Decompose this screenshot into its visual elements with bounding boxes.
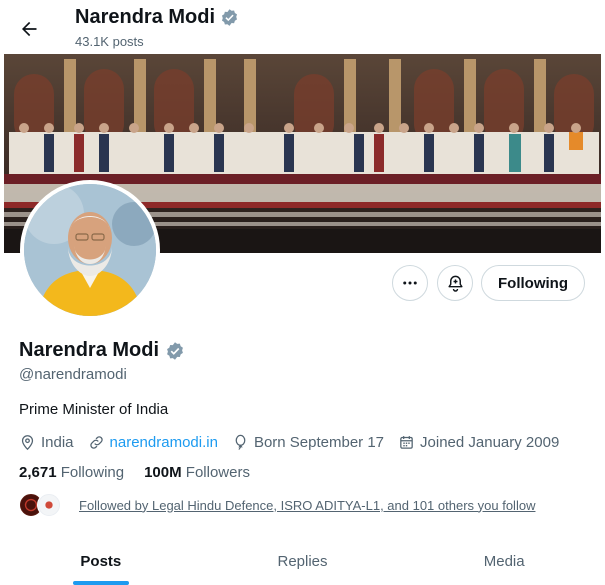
follow-stats: 2,671 Following 100M Followers [19, 464, 270, 481]
header-name: Narendra Modi [75, 6, 216, 28]
avatar-photo [24, 184, 156, 316]
header-title: Narendra Modi [75, 6, 239, 29]
website-item: narendramodi.in [88, 434, 218, 451]
profile-handle: @narendramodi [19, 366, 127, 383]
tab-replies[interactable]: Replies [202, 537, 404, 585]
profile-meta-row: India narendramodi.in Born September 17 … [19, 432, 559, 452]
following-count-link[interactable]: 2,671 Following [19, 464, 124, 481]
location-text: India [41, 433, 74, 451]
posts-count: 43.1K posts [75, 34, 144, 49]
profile-bio: Prime Minister of India [19, 401, 169, 418]
tab-posts[interactable]: Posts [0, 537, 202, 585]
verified-badge-icon [222, 9, 238, 26]
balloon-icon [235, 434, 246, 450]
birthday-text: Born September 17 [253, 433, 385, 451]
following-count: 2,671 [19, 464, 57, 481]
tab-media[interactable]: Media [403, 537, 605, 585]
location-pin-icon [21, 434, 34, 450]
verified-badge-icon[interactable] [165, 341, 185, 361]
notifications-button[interactable] [437, 265, 473, 301]
profile-header-bar: Narendra Modi 43.1K posts [0, 0, 605, 54]
location-item: India [19, 434, 74, 451]
following-button[interactable]: Following [481, 265, 585, 301]
follower-avatar [37, 493, 61, 517]
more-horizontal-icon [403, 281, 417, 285]
link-icon [89, 435, 103, 449]
arrow-left-icon [22, 21, 37, 37]
profile-display-name: Narendra Modi [19, 339, 185, 362]
followed-by-text[interactable]: Followed by Legal Hindu Defence, ISRO AD… [79, 498, 535, 513]
joined-text: Joined January 2009 [420, 433, 560, 451]
website-link[interactable]: narendramodi.in [110, 434, 218, 451]
profile-avatar[interactable] [20, 180, 160, 320]
birthday-item: Born September 17 [232, 434, 384, 451]
followed-by-row[interactable]: Followed by Legal Hindu Defence, ISRO AD… [19, 493, 535, 517]
bell-plus-icon [447, 275, 463, 292]
profile-name-text: Narendra Modi [19, 339, 160, 361]
followers-count: 100M [144, 464, 182, 481]
more-options-button[interactable] [392, 265, 428, 301]
back-button[interactable] [12, 12, 46, 46]
followers-count-link[interactable]: 100M Followers [144, 464, 250, 481]
profile-tabs: Posts Replies Media [0, 537, 605, 585]
followers-label: Followers [185, 464, 250, 481]
following-label: Following [60, 464, 125, 481]
calendar-icon [400, 435, 413, 449]
joined-item: Joined January 2009 [398, 434, 559, 451]
